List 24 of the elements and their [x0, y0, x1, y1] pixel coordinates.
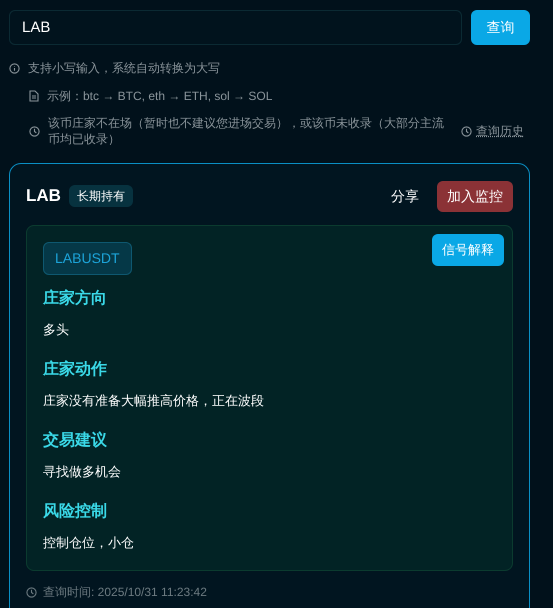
section-heading: 庄家动作	[43, 359, 108, 380]
section-heading: 风险控制	[43, 502, 108, 522]
hint-text: 示例：btc → BTC, eth → ETH, sol → SOL	[47, 88, 272, 105]
clock-icon	[29, 126, 40, 136]
strategy-tag: 长期持有	[68, 185, 133, 207]
clock-icon	[461, 126, 472, 136]
document-icon	[29, 90, 39, 102]
clock-icon	[26, 586, 37, 598]
query-time: 查询时间: 2025/10/31 11:23:42	[43, 584, 207, 601]
section-text: 庄家没有准备大幅推高价格，正在波段	[43, 392, 265, 410]
info-icon	[9, 62, 20, 74]
hint-text: 该币庄家不在场（暂时也不建议您进场交易），或该币未收录（大部分主流币均已收录）	[48, 115, 445, 147]
section-heading: 交易建议	[43, 430, 108, 451]
history-link[interactable]: 查询历史	[461, 122, 524, 140]
section-text: 多头	[43, 321, 70, 339]
search-field[interactable]: LAB	[9, 10, 462, 45]
hint-text: 支持小写输入，系统自动转换为大写	[28, 60, 220, 77]
add-monitor-button[interactable]: 加入监控	[437, 180, 513, 212]
coin-symbol: LAB	[26, 185, 61, 208]
section-text: 寻找做多机会	[43, 463, 122, 481]
section-text: 控制仓位，小仓	[43, 534, 135, 552]
pair-badge: LABUSDT	[43, 242, 132, 275]
section-heading: 庄家方向	[43, 288, 108, 309]
share-button[interactable]: 分享	[381, 180, 429, 212]
